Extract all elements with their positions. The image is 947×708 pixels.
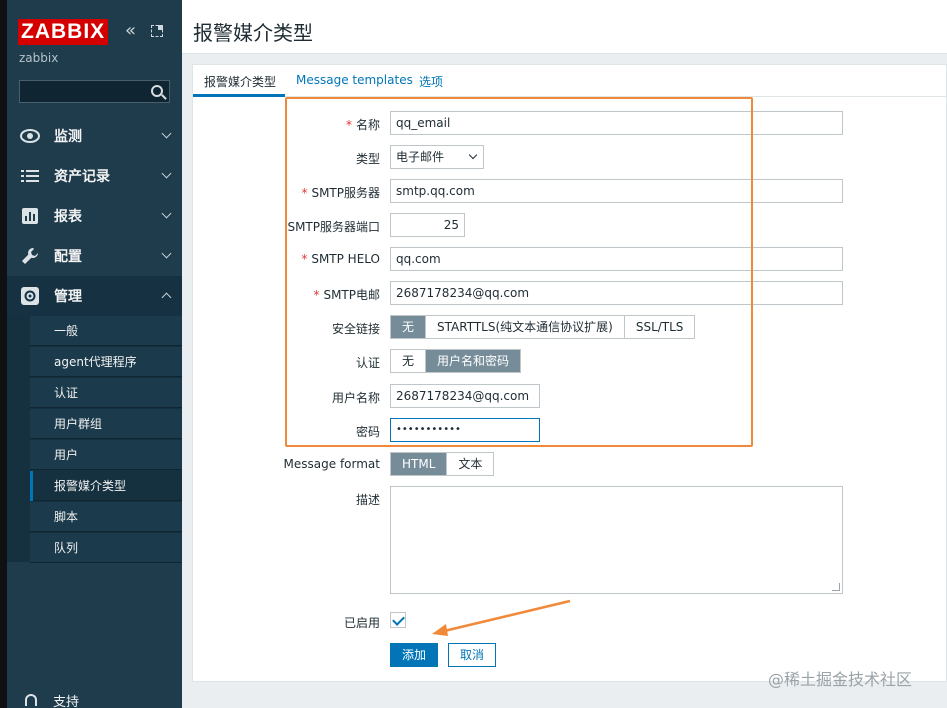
- sidebar-item-users[interactable]: 用户: [30, 440, 182, 470]
- format-option-text[interactable]: 文本: [447, 453, 493, 475]
- chevron-down-icon: [161, 168, 172, 179]
- support-label: 支持: [53, 694, 80, 708]
- cancel-button[interactable]: 取消: [448, 643, 496, 667]
- sidebar-item-user-groups[interactable]: 用户群组: [30, 409, 182, 439]
- administration-submenu: 一般 agent代理程序 认证 用户群组 用户 报警媒介类型 脚本 队列: [7, 316, 182, 563]
- sidebar: ZABBIX « zabbix 监测 资产记录 报表 配置 管理 一般 agen…: [7, 0, 182, 708]
- format-option-html[interactable]: HTML: [391, 453, 448, 475]
- arrow-annotation-icon: [432, 599, 571, 636]
- page-header: 报警媒介类型: [182, 0, 947, 54]
- kiosk-mode-icon[interactable]: [151, 25, 163, 37]
- sidebar-item-queue[interactable]: 队列: [30, 533, 182, 563]
- chevron-down-icon: [161, 128, 172, 139]
- sidebar-item-authentication[interactable]: 认证: [30, 378, 182, 408]
- sidebar-item-scripts[interactable]: 脚本: [30, 502, 182, 532]
- chevron-down-icon: [161, 208, 172, 219]
- watermark: @稀土掘金技术社区: [768, 670, 913, 689]
- nav-item-label: 管理: [54, 289, 82, 305]
- chevron-up-icon: [161, 292, 172, 303]
- zabbix-logo[interactable]: ZABBIX: [18, 19, 109, 45]
- tab-options[interactable]: 选项: [419, 73, 443, 90]
- tab-media-type[interactable]: 报警媒介类型: [204, 73, 276, 90]
- tab-message-templates[interactable]: Message templates: [296, 73, 413, 87]
- server-name: zabbix: [19, 51, 59, 65]
- support-link[interactable]: 支持: [7, 690, 182, 708]
- enabled-checkbox[interactable]: [390, 612, 406, 628]
- search-icon[interactable]: [151, 85, 163, 97]
- sidebar-item-general[interactable]: 一般: [30, 316, 182, 346]
- nav-item-monitoring[interactable]: 监测: [7, 116, 182, 156]
- description-label: 描述: [355, 493, 380, 507]
- nav-item-label: 资产记录: [54, 169, 110, 185]
- enabled-label: 已启用: [343, 616, 380, 630]
- resize-handle-icon[interactable]: [832, 583, 840, 591]
- wrench-icon: [20, 246, 40, 266]
- page-title: 报警媒介类型: [193, 21, 313, 45]
- eye-icon: [20, 126, 40, 146]
- sidebar-search-input[interactable]: [19, 80, 170, 103]
- nav-item-label: 报表: [54, 209, 82, 225]
- bar-chart-icon: [20, 206, 40, 226]
- nav-item-label: 监测: [54, 129, 82, 145]
- nav-item-label: 配置: [54, 249, 82, 265]
- message-format-label: Message format: [283, 457, 380, 471]
- tab-bar: 报警媒介类型 Message templates 选项: [193, 65, 947, 97]
- nav-item-inventory[interactable]: 资产记录: [7, 156, 182, 196]
- highlight-box-annotation: [285, 97, 753, 447]
- chevron-down-icon: [161, 248, 172, 259]
- list-icon: [20, 166, 40, 186]
- window-frame: [0, 0, 7, 708]
- headset-icon: [25, 694, 37, 706]
- gear-icon: [20, 286, 40, 306]
- logo-row: ZABBIX: [18, 18, 109, 46]
- description-textarea[interactable]: [390, 486, 843, 594]
- message-format-selector: HTML 文本: [390, 452, 495, 476]
- sidebar-item-media-types[interactable]: 报警媒介类型: [30, 471, 182, 501]
- add-button[interactable]: 添加: [390, 643, 438, 667]
- nav-item-reports[interactable]: 报表: [7, 196, 182, 236]
- collapse-sidebar-icon[interactable]: «: [125, 22, 141, 40]
- nav-item-administration[interactable]: 管理: [7, 276, 182, 316]
- active-tab-indicator: [193, 94, 285, 97]
- sidebar-item-proxies[interactable]: agent代理程序: [30, 347, 182, 377]
- nav-item-configuration[interactable]: 配置: [7, 236, 182, 276]
